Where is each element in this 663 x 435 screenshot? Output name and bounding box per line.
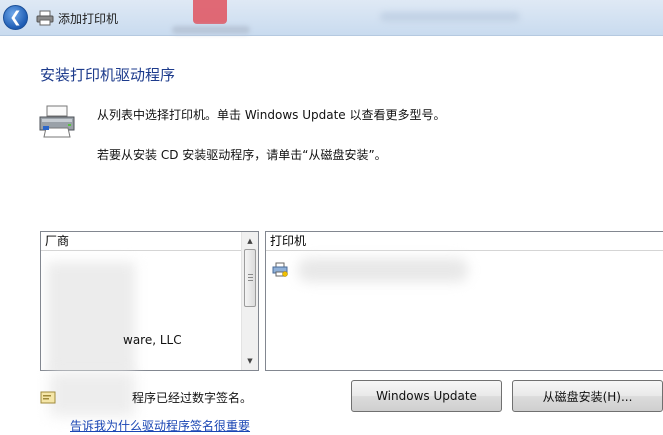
- printer-large-icon: [39, 105, 75, 138]
- printer-item-icon: [272, 262, 288, 277]
- back-button[interactable]: ❮: [3, 5, 28, 30]
- windows-update-button[interactable]: Windows Update: [351, 380, 502, 412]
- printer-icon: [36, 10, 54, 26]
- window-title: 添加打印机: [58, 12, 119, 26]
- redacted-area: [50, 372, 135, 416]
- scroll-up-icon[interactable]: ▲: [242, 233, 258, 249]
- background-blur: [172, 26, 250, 34]
- signature-status-text: 程序已经过数字签名。: [132, 391, 253, 405]
- manufacturer-list[interactable]: 厂商 ware, LLC ▲ ▼: [40, 231, 259, 371]
- signature-icon: [40, 391, 56, 404]
- printer-list-header: 打印机: [266, 232, 663, 251]
- instruction-text: 若要从安装 CD 安装驱动程序，请单击“从磁盘安装”。: [97, 148, 387, 162]
- scrollbar[interactable]: ▲ ▼: [241, 232, 258, 370]
- printer-list[interactable]: 打印机: [265, 231, 663, 371]
- redacted-area: [298, 258, 468, 282]
- scroll-thumb[interactable]: [244, 249, 256, 307]
- redacted-area: [47, 262, 135, 370]
- driver-signing-info-link[interactable]: 告诉我为什么驱动程序签名很重要: [70, 417, 250, 434]
- title-bar: ❮ 添加打印机: [0, 0, 663, 36]
- background-app-icon: [193, 0, 227, 24]
- background-blur: [380, 12, 520, 22]
- scroll-down-icon[interactable]: ▼: [242, 353, 258, 369]
- instruction-text: 从列表中选择打印机。单击 Windows Update 以查看更多型号。: [97, 108, 446, 122]
- page-title: 安装打印机驱动程序: [40, 66, 176, 84]
- list-item[interactable]: ware, LLC: [123, 333, 182, 347]
- have-disk-button[interactable]: 从磁盘安装(H)...: [512, 380, 663, 412]
- manufacturer-list-header: 厂商: [41, 232, 241, 251]
